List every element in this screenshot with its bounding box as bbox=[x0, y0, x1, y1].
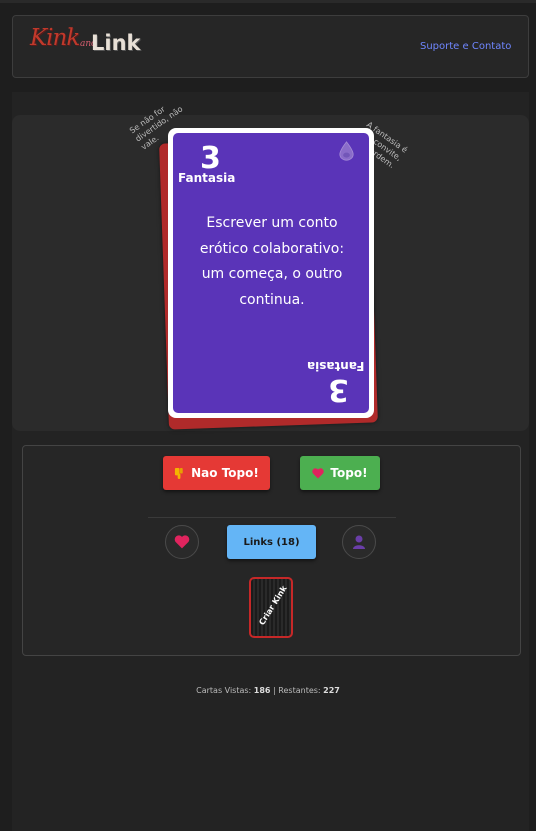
user-icon bbox=[353, 535, 365, 549]
logo-word-kink: Kink bbox=[30, 25, 80, 51]
logo-word-link: Link bbox=[91, 31, 141, 55]
card-category: Fantasia bbox=[178, 171, 236, 185]
favorites-button[interactable] bbox=[165, 525, 199, 559]
create-kink-card[interactable]: Criar Kink bbox=[249, 577, 293, 638]
remaining-value: 227 bbox=[323, 686, 340, 695]
top-strip bbox=[0, 0, 536, 3]
seen-label: Cartas Vistas: bbox=[196, 686, 252, 695]
topo-label: Topo! bbox=[330, 466, 368, 480]
support-contact-link[interactable]: Suporte e Contato bbox=[420, 41, 511, 52]
profile-button[interactable] bbox=[342, 525, 376, 559]
thumbs-down-icon bbox=[175, 467, 183, 479]
card-category-inverted: Fantasia bbox=[306, 359, 364, 373]
divider bbox=[148, 517, 396, 518]
links-button[interactable]: Links (18) bbox=[227, 525, 316, 559]
card-text: Escrever um conto erótico colaborativo: … bbox=[199, 215, 345, 308]
remaining-label: Restantes: bbox=[278, 686, 321, 695]
heart-icon bbox=[174, 535, 190, 549]
stats-separator: | bbox=[273, 686, 276, 695]
create-kink-label: Criar Kink bbox=[257, 584, 289, 627]
kink-card[interactable]: 3 Fantasia Escrever um conto erótico col… bbox=[168, 128, 374, 418]
card-face: 3 Fantasia Escrever um conto erótico col… bbox=[173, 133, 369, 413]
seen-value: 186 bbox=[253, 686, 271, 695]
nao-topo-label: Nao Topo! bbox=[191, 466, 259, 480]
heart-icon bbox=[312, 467, 325, 478]
drop-icon bbox=[339, 141, 354, 161]
nao-topo-button[interactable]: Nao Topo! bbox=[163, 456, 270, 490]
card-number-inverted: 3 bbox=[328, 372, 349, 407]
topo-button[interactable]: Topo! bbox=[300, 456, 380, 490]
card-stats: Cartas Vistas: 186 | Restantes: 227 bbox=[0, 686, 536, 695]
logo[interactable]: Kink and Link bbox=[30, 25, 150, 67]
